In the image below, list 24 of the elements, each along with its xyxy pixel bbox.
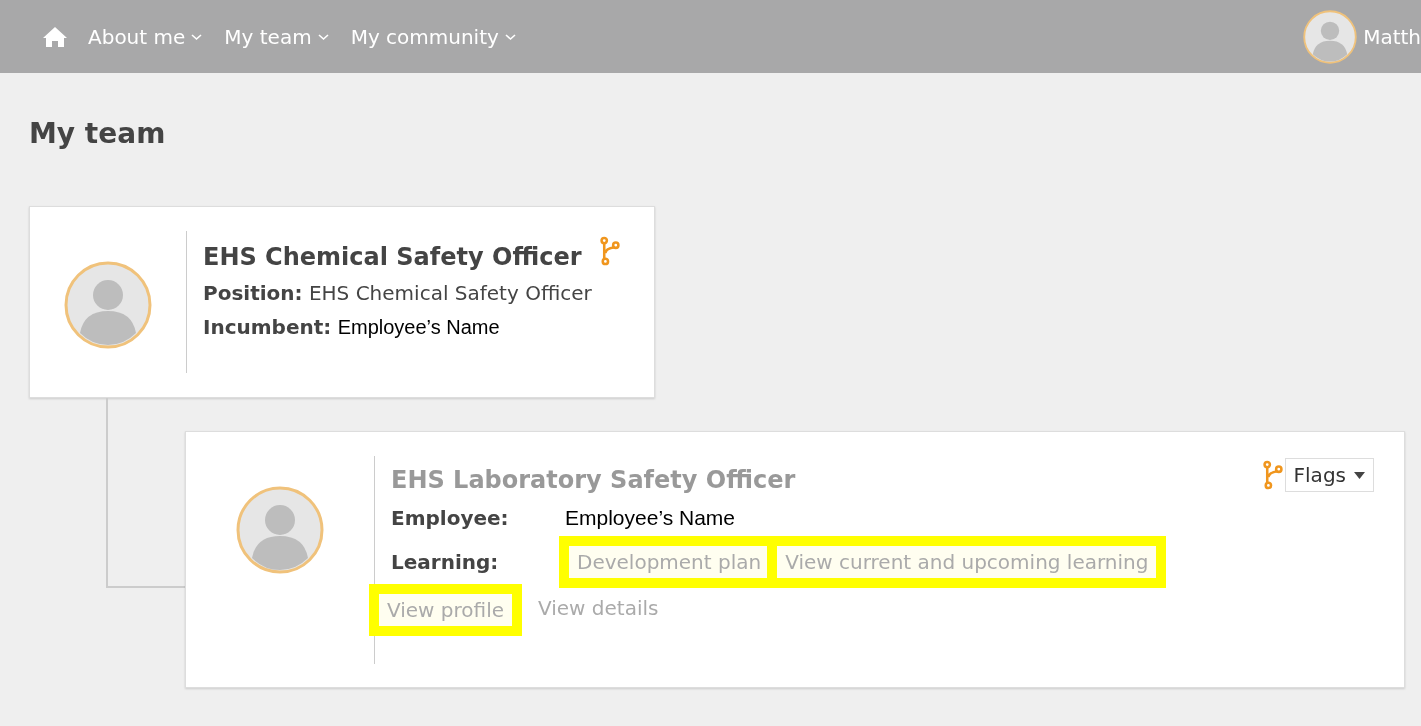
field-text: Position: EHS Chemical Safety Officer <box>203 281 593 305</box>
link[interactable]: View details <box>532 590 665 630</box>
caret-icon <box>1354 471 1365 479</box>
field-label: Employee: <box>391 506 510 530</box>
avatar-icon <box>1303 9 1358 64</box>
hierarchy-icon[interactable] <box>600 236 620 266</box>
caret-icon <box>191 32 203 41</box>
position-title: EHS Laboratory Safety Officer <box>391 466 796 494</box>
employee-name: Employee’s Name <box>565 506 736 530</box>
caret-icon <box>317 32 329 41</box>
field-label: Learning: <box>391 550 500 574</box>
hierarchy-icon[interactable] <box>1262 460 1283 490</box>
nav-menu-item[interactable]: My team <box>224 24 329 49</box>
page-title: My team <box>29 117 167 150</box>
user-name[interactable]: Matth <box>1363 24 1421 49</box>
nav-menu-item[interactable]: My community <box>350 24 516 49</box>
field-text: Incumbent: Employee’s Name <box>203 315 501 339</box>
nav-menu-item[interactable]: About me <box>88 24 203 49</box>
caret-icon <box>504 32 516 41</box>
avatar-icon <box>64 261 152 349</box>
flags-dropdown[interactable]: Flags <box>1284 458 1374 492</box>
avatar-icon <box>236 486 324 574</box>
home-icon[interactable] <box>42 25 68 48</box>
position-title: EHS Chemical Safety Officer <box>203 243 582 271</box>
